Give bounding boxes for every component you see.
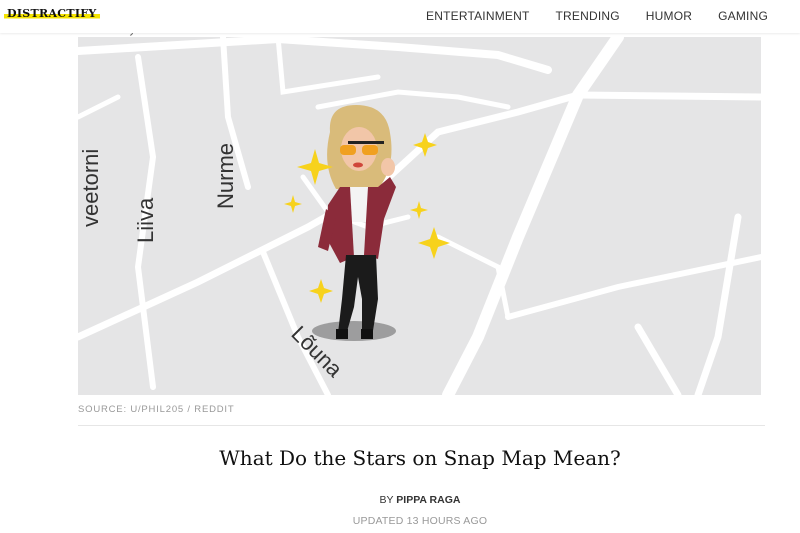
- main-nav: ENTERTAINMENT TRENDING HUMOR GAMING: [400, 9, 768, 23]
- divider: [78, 425, 765, 426]
- snap-map-illustration: veetorni Liiva Nurme Lõuna: [78, 37, 761, 395]
- avatar-shadow: [312, 321, 396, 341]
- nav-trending[interactable]: TRENDING: [556, 9, 620, 23]
- author-name[interactable]: PIPPA RAGA: [396, 494, 460, 506]
- updated-timestamp: UPDATED 13 HOURS AGO: [352, 515, 488, 527]
- byline: BY PIPPA RAGA: [0, 494, 800, 506]
- image-source-credit: SOURCE: U/PHIL205 / REDDIT: [78, 404, 235, 415]
- map-label-veetorni: veetorni: [78, 149, 103, 227]
- map-label-nurme: Nurme: [213, 143, 238, 209]
- hero-image: veetorni Liiva Nurme Lõuna: [78, 37, 761, 395]
- site-logo[interactable]: DISTRACTIFY: [4, 7, 100, 20]
- nav-gaming[interactable]: GAMING: [718, 9, 768, 23]
- site-header: DISTRACTIFY ENTERTAINMENT TRENDING HUMOR…: [0, 0, 800, 33]
- byline-prefix: BY: [379, 494, 394, 506]
- article-title: What Do the Stars on Snap Map Mean?: [219, 446, 621, 470]
- nav-entertainment[interactable]: ENTERTAINMENT: [426, 9, 530, 23]
- nav-humor[interactable]: HUMOR: [646, 9, 692, 23]
- map-label-liiva: Liiva: [133, 197, 158, 243]
